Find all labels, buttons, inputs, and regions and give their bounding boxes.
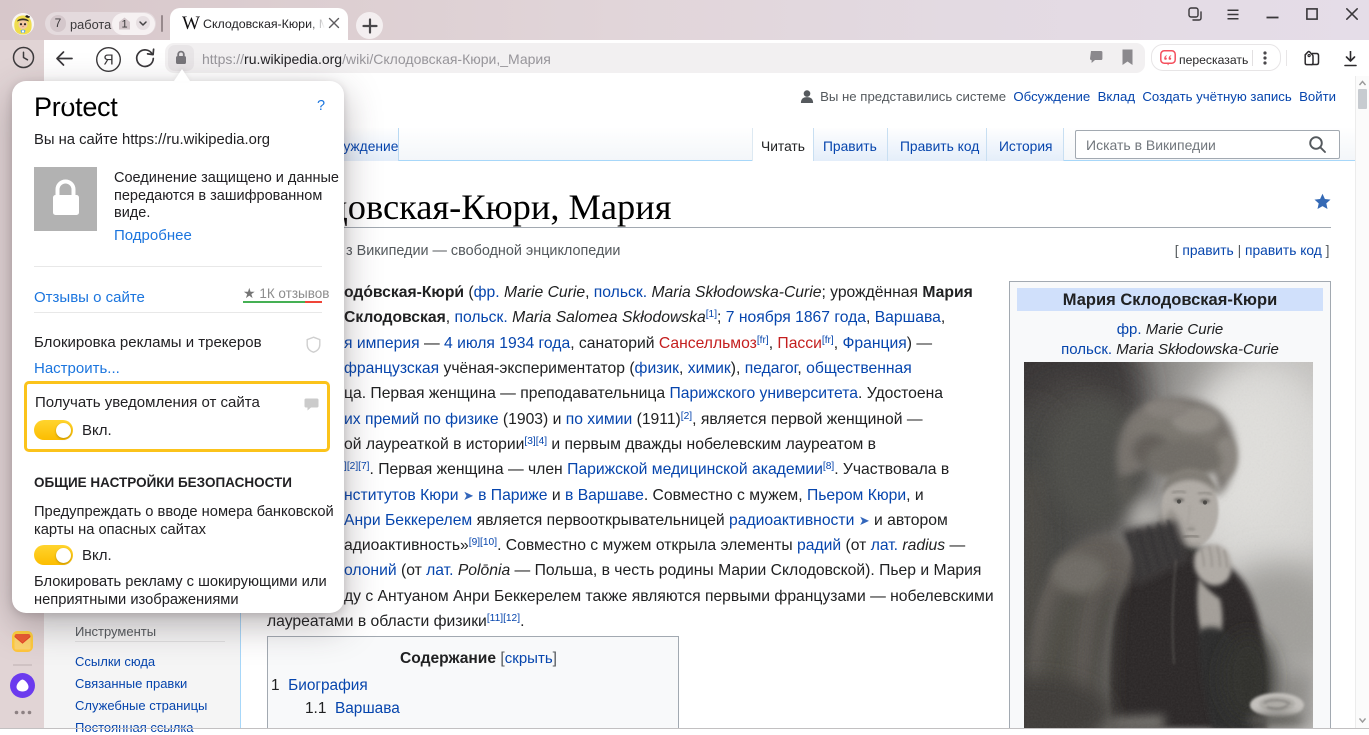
svg-text:1: 1 [121,19,127,31]
svg-text:Я: Я [103,52,113,68]
